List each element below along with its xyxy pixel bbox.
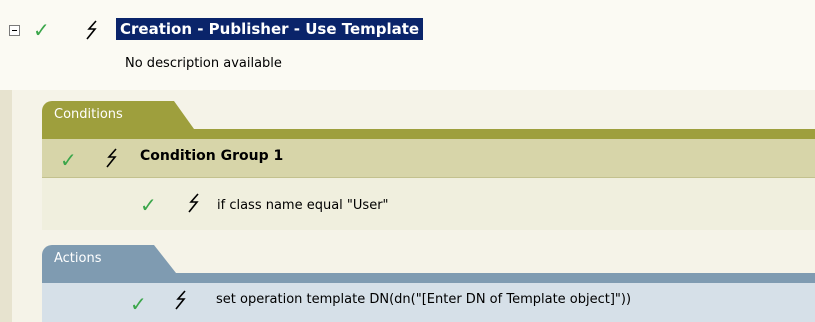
condition-group-checkmark-icon[interactable]: ✓: [60, 150, 77, 170]
rule-description: No description available: [125, 56, 282, 71]
lightning-bolt-icon: [188, 193, 199, 213]
actions-bar: [42, 273, 815, 283]
action-text: set operation template DN(dn("[Enter DN …: [216, 292, 632, 307]
condition-row[interactable]: [42, 178, 815, 230]
left-rail: [0, 90, 12, 322]
lightning-bolt-icon: [175, 290, 186, 310]
conditions-bar: [42, 129, 815, 139]
rule-enabled-checkmark-icon[interactable]: ✓: [33, 20, 50, 40]
rule-title[interactable]: Creation - Publisher - Use Template: [116, 18, 424, 40]
condition-checkmark-icon[interactable]: ✓: [140, 195, 157, 215]
lightning-bolt-icon: [106, 148, 117, 168]
tab-actions[interactable]: Actions: [42, 245, 176, 273]
tab-conditions[interactable]: Conditions: [42, 101, 194, 129]
action-checkmark-icon[interactable]: ✓: [130, 294, 147, 314]
condition-group-label: Condition Group 1: [140, 148, 284, 164]
collapse-minus-icon[interactable]: [9, 25, 20, 36]
condition-text: if class name equal "User": [217, 198, 389, 213]
rule-header: ✓ Creation - Publisher - Use Template No…: [0, 0, 815, 90]
lightning-bolt-icon: [86, 20, 97, 40]
